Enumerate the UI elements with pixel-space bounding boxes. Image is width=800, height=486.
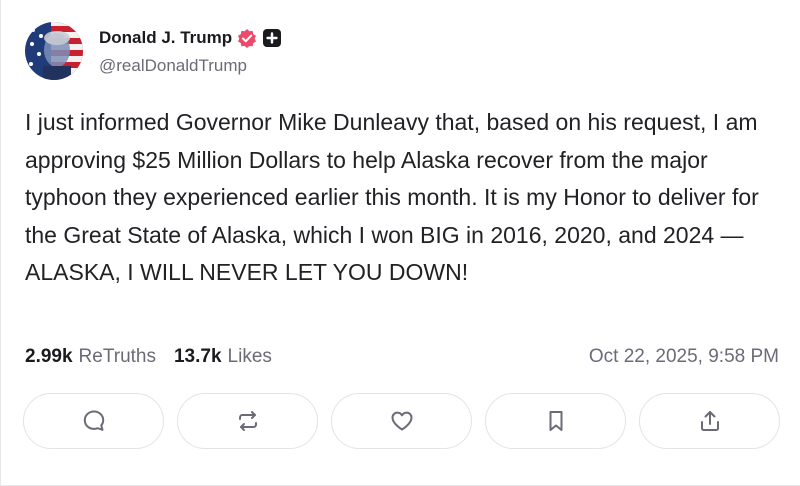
plus-badge-icon — [263, 29, 282, 47]
retruths-stat[interactable]: 2.99k ReTruths — [25, 346, 156, 368]
likes-count: 13.7k — [173, 346, 222, 367]
share-icon — [697, 408, 723, 434]
verified-badge-icon — [237, 28, 257, 48]
heart-icon — [389, 408, 415, 434]
post-timestamp[interactable]: Oct 22, 2025, 9:58 PM — [589, 346, 779, 368]
bookmark-icon — [543, 408, 569, 434]
author-names: Donald J. Trump @realDonaldTrump — [99, 26, 282, 76]
reply-button[interactable] — [23, 393, 164, 449]
retruth-button[interactable] — [177, 393, 318, 449]
comment-icon — [81, 408, 107, 434]
share-button[interactable] — [639, 393, 780, 449]
author-name-row: Donald J. Trump — [99, 26, 282, 50]
post-text: I just informed Governor Mike Dunleavy t… — [25, 109, 766, 285]
repost-icon — [235, 408, 261, 434]
action-bar — [23, 393, 780, 449]
likes-label: Likes — [227, 346, 272, 367]
post-stats: 2.99k ReTruths 13.7k Likes Oct 22, 2025,… — [25, 344, 779, 370]
retruths-label: ReTruths — [78, 346, 156, 367]
likes-stat[interactable]: 13.7k Likes — [174, 346, 272, 368]
retruths-count: 2.99k — [25, 346, 73, 367]
bookmark-button[interactable] — [485, 393, 626, 449]
author-display-name[interactable]: Donald J. Trump — [99, 28, 232, 48]
post-card: Donald J. Trump @realDonaldTrump I just … — [0, 0, 800, 486]
post-header: Donald J. Trump @realDonaldTrump — [25, 22, 282, 80]
author-handle[interactable]: @realDonaldTrump — [99, 56, 281, 76]
avatar[interactable] — [25, 22, 83, 80]
like-button[interactable] — [331, 393, 472, 449]
